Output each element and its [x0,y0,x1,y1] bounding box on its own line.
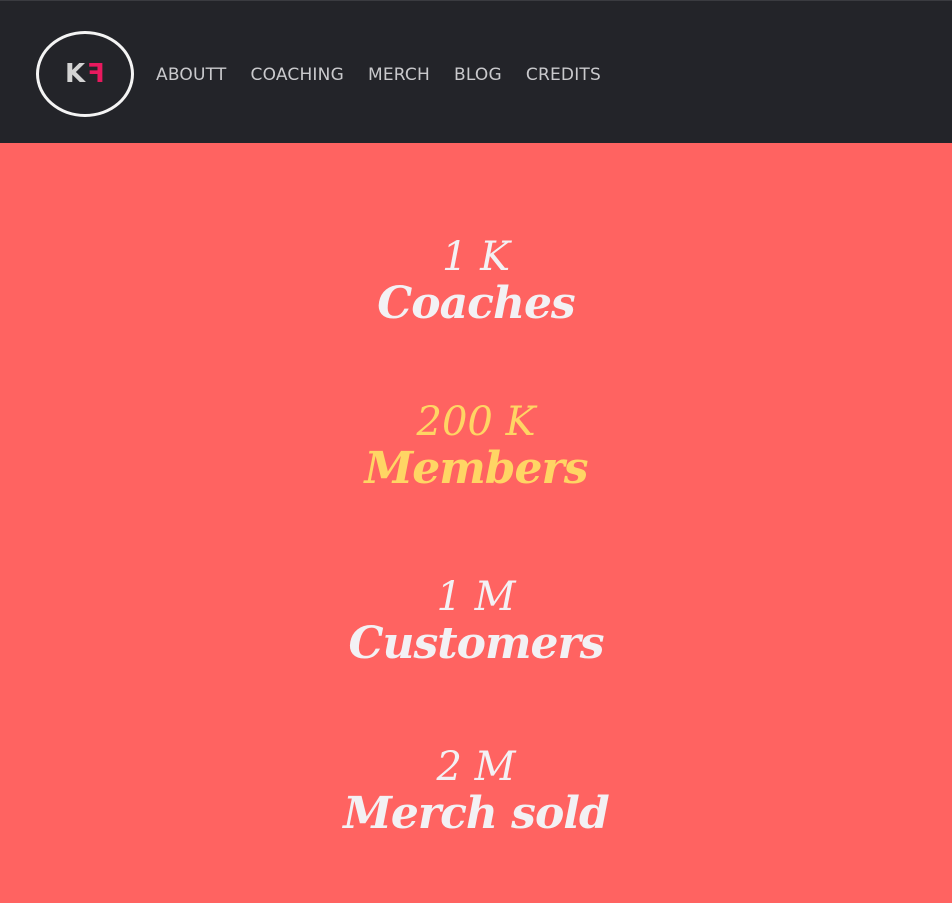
nav-link-coaching[interactable]: COACHING [251,65,344,85]
logo-letter-k: K [65,59,87,89]
stat-coaches: 1 K Coaches [0,235,952,329]
stat-label: Merch sold [343,788,610,839]
nav-link-about[interactable]: ABOUTT [156,65,227,85]
stat-value: 1 K [441,234,511,280]
brand-logo[interactable]: KF [36,31,134,117]
top-navbar: KF ABOUTT COACHING MERCH BLOG CREDITS [0,0,952,143]
stats-section: 1 K Coaches 200 K Members 1 M Customers … [0,143,952,903]
stat-value: 2 M [436,744,516,790]
stat-label: Members [364,443,589,494]
stat-label: Coaches [377,278,575,329]
logo-letter-f: F [86,59,105,89]
nav-link-blog[interactable]: BLOG [454,65,502,85]
stat-customers: 1 M Customers [0,575,952,669]
nav-link-merch[interactable]: MERCH [368,65,430,85]
main-nav: ABOUTT COACHING MERCH BLOG CREDITS [156,65,601,85]
nav-link-credits[interactable]: CREDITS [526,65,601,85]
stat-label: Customers [348,618,605,669]
stat-value: 1 M [436,574,516,620]
stat-members: 200 K Members [0,400,952,494]
stat-merch-sold: 2 M Merch sold [0,745,952,839]
stat-value: 200 K [416,399,536,445]
